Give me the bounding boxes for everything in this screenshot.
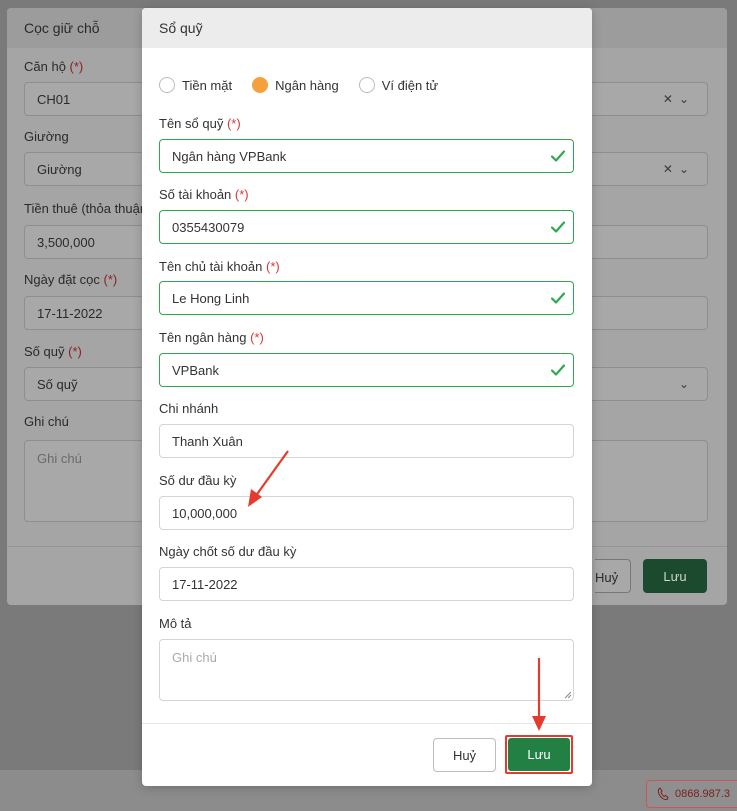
branch-input[interactable]	[159, 424, 574, 458]
fund-book-modal: Sổ quỹ Tiền mặt Ngân hàng Ví điện tử Tên…	[142, 8, 592, 786]
account-number-input[interactable]	[159, 210, 574, 244]
radio-dot	[358, 77, 375, 93]
radio-bank[interactable]: Ngân hàng	[252, 77, 339, 93]
closing-date-input[interactable]	[159, 567, 574, 601]
bank-name-input[interactable]	[159, 353, 574, 387]
clear-chevron-icon: ✕⌄	[662, 92, 695, 106]
description-textarea[interactable]	[159, 639, 574, 701]
label-opening-balance: Số dư đầu kỳ	[159, 473, 237, 488]
label-fund-name: Tên sổ quỹ (*)	[159, 116, 241, 131]
radio-dot-selected	[252, 77, 269, 93]
fund-name-input[interactable]	[159, 139, 574, 173]
label-account-number: Số tài khoản (*)	[159, 187, 249, 202]
bg-label-deposit-date: Ngày đặt cọc (*)	[24, 272, 118, 287]
opening-balance-input[interactable]	[159, 496, 574, 530]
bg-label-fund: Số quỹ (*)	[24, 344, 82, 359]
radio-e-wallet[interactable]: Ví điện tử	[358, 77, 438, 93]
clear-chevron-icon: ✕⌄	[662, 162, 695, 176]
bg-label-rent: Tiền thuê (thỏa thuận	[24, 201, 148, 216]
check-icon	[550, 150, 566, 162]
bg-save-button[interactable]: Lưu	[643, 559, 707, 593]
cancel-button[interactable]: Huỷ	[433, 738, 496, 772]
label-account-holder: Tên chủ tài khoản (*)	[159, 259, 280, 274]
account-holder-input[interactable]	[159, 281, 574, 315]
label-closing-date: Ngày chốt số dư đầu kỳ	[159, 544, 297, 559]
label-bank-name: Tên ngân hàng (*)	[159, 330, 264, 345]
bg-cancel-button[interactable]: Huỷ	[595, 559, 631, 593]
bg-label-note: Ghi chú	[24, 414, 69, 429]
fund-type-radio-group: Tiền mặt Ngân hàng Ví điện tử	[159, 77, 458, 93]
phone-contact-button[interactable]: 0868.987.3	[646, 780, 737, 808]
label-branch: Chi nhánh	[159, 401, 219, 416]
phone-icon	[657, 787, 669, 801]
radio-cash[interactable]: Tiền mặt	[159, 77, 232, 93]
modal-title: Sổ quỹ	[142, 8, 592, 48]
bg-label-bed: Giường	[24, 129, 69, 144]
chevron-down-icon: ⌄	[678, 377, 695, 391]
bg-label-apartment: Căn hộ (*)	[24, 59, 84, 74]
check-icon	[550, 292, 566, 304]
resize-handle-icon[interactable]	[563, 690, 572, 699]
radio-dot	[159, 77, 175, 93]
modal-footer-divider	[142, 723, 592, 724]
label-description: Mô tả	[159, 616, 192, 631]
save-button[interactable]: Lưu	[508, 738, 570, 771]
check-icon	[550, 364, 566, 376]
check-icon	[550, 221, 566, 233]
